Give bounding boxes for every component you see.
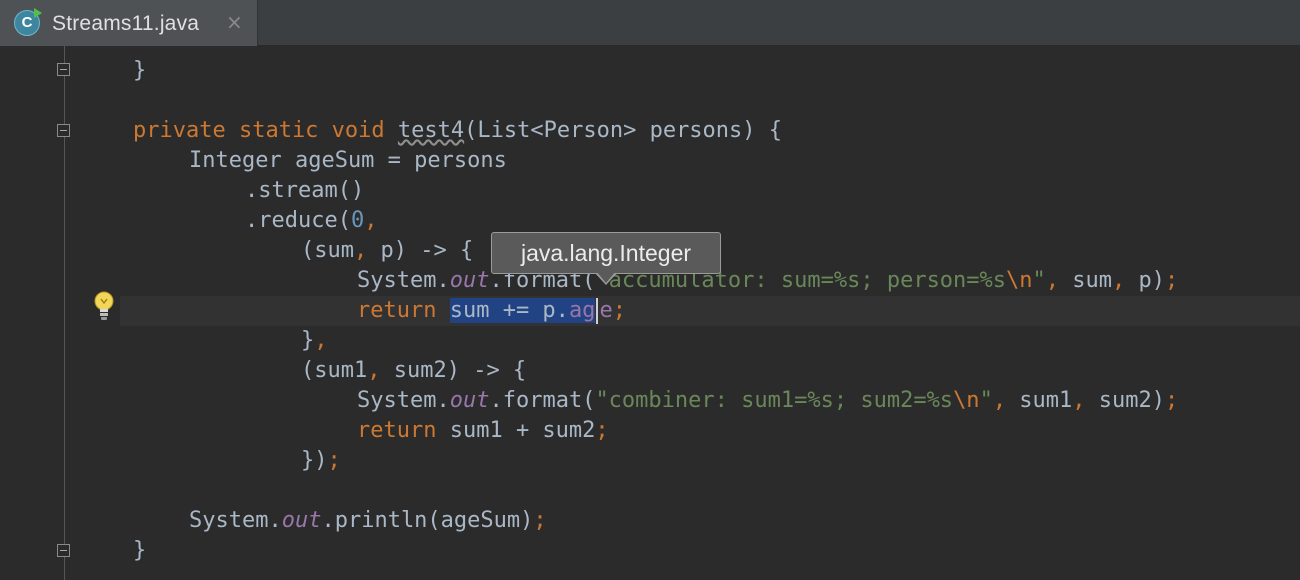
code-text: .reduce( — [245, 208, 351, 233]
comma: , — [367, 358, 381, 383]
semicolon: ; — [595, 418, 609, 443]
code-line-7[interactable]: System.out.format("accumulator: sum=%s; … — [357, 266, 1178, 296]
selected-text: sum += p. — [449, 298, 569, 323]
editor-tab-bar: C Streams11.java × — [0, 0, 1300, 46]
code-text: .println(ageSum) — [321, 508, 534, 533]
return-keyword: return — [357, 298, 450, 323]
semicolon: ; — [327, 448, 341, 473]
escape-sequence: \n — [953, 388, 980, 413]
code-line-15[interactable]: } — [133, 536, 146, 566]
run-badge-icon — [34, 8, 42, 18]
code-text: (sum1 — [301, 358, 368, 383]
code-line-1[interactable]: } — [133, 56, 146, 86]
fold-marker-icon[interactable] — [57, 544, 70, 557]
method-modifiers: private static void — [133, 118, 398, 143]
field-age-rest: e — [599, 298, 613, 323]
code-text: sum2) -> { — [380, 358, 527, 383]
java-class-icon: C — [14, 8, 42, 36]
code-line-13[interactable]: }); — [301, 446, 341, 476]
type-info-tooltip: java.lang.Integer — [491, 232, 721, 274]
tab-close-icon[interactable]: × — [226, 10, 243, 34]
tab-label: Streams11.java — [52, 12, 200, 35]
code-line-12[interactable]: return sum1 + sum2; — [357, 416, 609, 446]
static-field-out: out — [449, 268, 490, 293]
code-text: System. — [189, 508, 282, 533]
semicolon: ; — [612, 298, 626, 323]
semicolon: ; — [533, 508, 547, 533]
fold-marker-icon[interactable] — [57, 124, 70, 137]
tooltip-arrow — [596, 271, 616, 283]
code-text: sum2) — [1085, 388, 1166, 413]
lightbulb-icon[interactable] — [92, 290, 116, 322]
code-text: p) — [1125, 268, 1166, 293]
return-keyword: return — [357, 418, 450, 443]
code-text: System. — [357, 268, 450, 293]
comma: , — [992, 388, 1007, 413]
string-literal: "combiner: sum1=%s; sum2=%s — [595, 388, 954, 413]
code-text: System. — [357, 388, 450, 413]
method-name-test4[interactable]: test4 — [398, 118, 464, 143]
comma: , — [364, 208, 378, 233]
code-text: sum1 — [1006, 388, 1073, 413]
code-line-6[interactable]: (sum, p) -> { — [301, 236, 473, 266]
code-line-8[interactable]: return sum += p.ag e; — [357, 296, 626, 326]
code-text: .format( — [489, 388, 596, 413]
comma: , — [1072, 388, 1086, 413]
static-field-out: out — [449, 388, 490, 413]
code-line-10[interactable]: (sum1, sum2) -> { — [301, 356, 526, 386]
string-literal-end: " — [979, 388, 993, 413]
escape-sequence: \n — [1006, 268, 1033, 293]
semicolon: ; — [1165, 388, 1179, 413]
code-text: sum1 + sum2 — [449, 418, 596, 443]
method-signature-rest: (List<Person> persons) { — [464, 118, 783, 143]
static-field-out: out — [281, 508, 322, 533]
comma: , — [314, 328, 328, 353]
code-text: }) — [301, 448, 328, 473]
code-text: .stream() — [245, 178, 365, 203]
closing-brace: } — [133, 58, 147, 83]
code-line-14[interactable]: System.out.println(ageSum); — [189, 506, 547, 536]
comma: , — [353, 238, 368, 263]
string-literal-end: " — [1032, 268, 1046, 293]
code-line-2[interactable]: private static void test4(List<Person> p… — [133, 116, 782, 146]
closing-brace: } — [301, 328, 315, 353]
semicolon: ; — [1165, 268, 1179, 293]
selected-expression[interactable]: sum += p.ag — [449, 298, 596, 323]
code-text: p) -> { — [367, 238, 474, 263]
number-literal: 0 — [350, 208, 365, 233]
code-text: (sum — [301, 238, 354, 263]
code-text: sum — [1059, 268, 1113, 293]
code-line-9[interactable]: }, — [301, 326, 328, 356]
comma: , — [1045, 268, 1060, 293]
comma: , — [1112, 268, 1126, 293]
code-line-4[interactable]: .stream() — [245, 176, 364, 206]
fold-marker-icon[interactable] — [57, 63, 70, 76]
class-icon-letter: C — [21, 14, 33, 31]
current-line-highlight — [120, 296, 1300, 326]
code-line-11[interactable]: System.out.format("combiner: sum1=%s; su… — [357, 386, 1178, 416]
code-line-3[interactable]: Integer ageSum = persons — [189, 146, 507, 176]
closing-brace: } — [133, 538, 147, 563]
code-text: Integer ageSum = persons — [189, 148, 507, 173]
tooltip-text: java.lang.Integer — [520, 240, 692, 266]
editor-tab-streams11[interactable]: C Streams11.java × — [0, 0, 258, 46]
field-age-selected: ag — [568, 298, 596, 323]
code-line-5[interactable]: .reduce(0, — [245, 206, 377, 236]
